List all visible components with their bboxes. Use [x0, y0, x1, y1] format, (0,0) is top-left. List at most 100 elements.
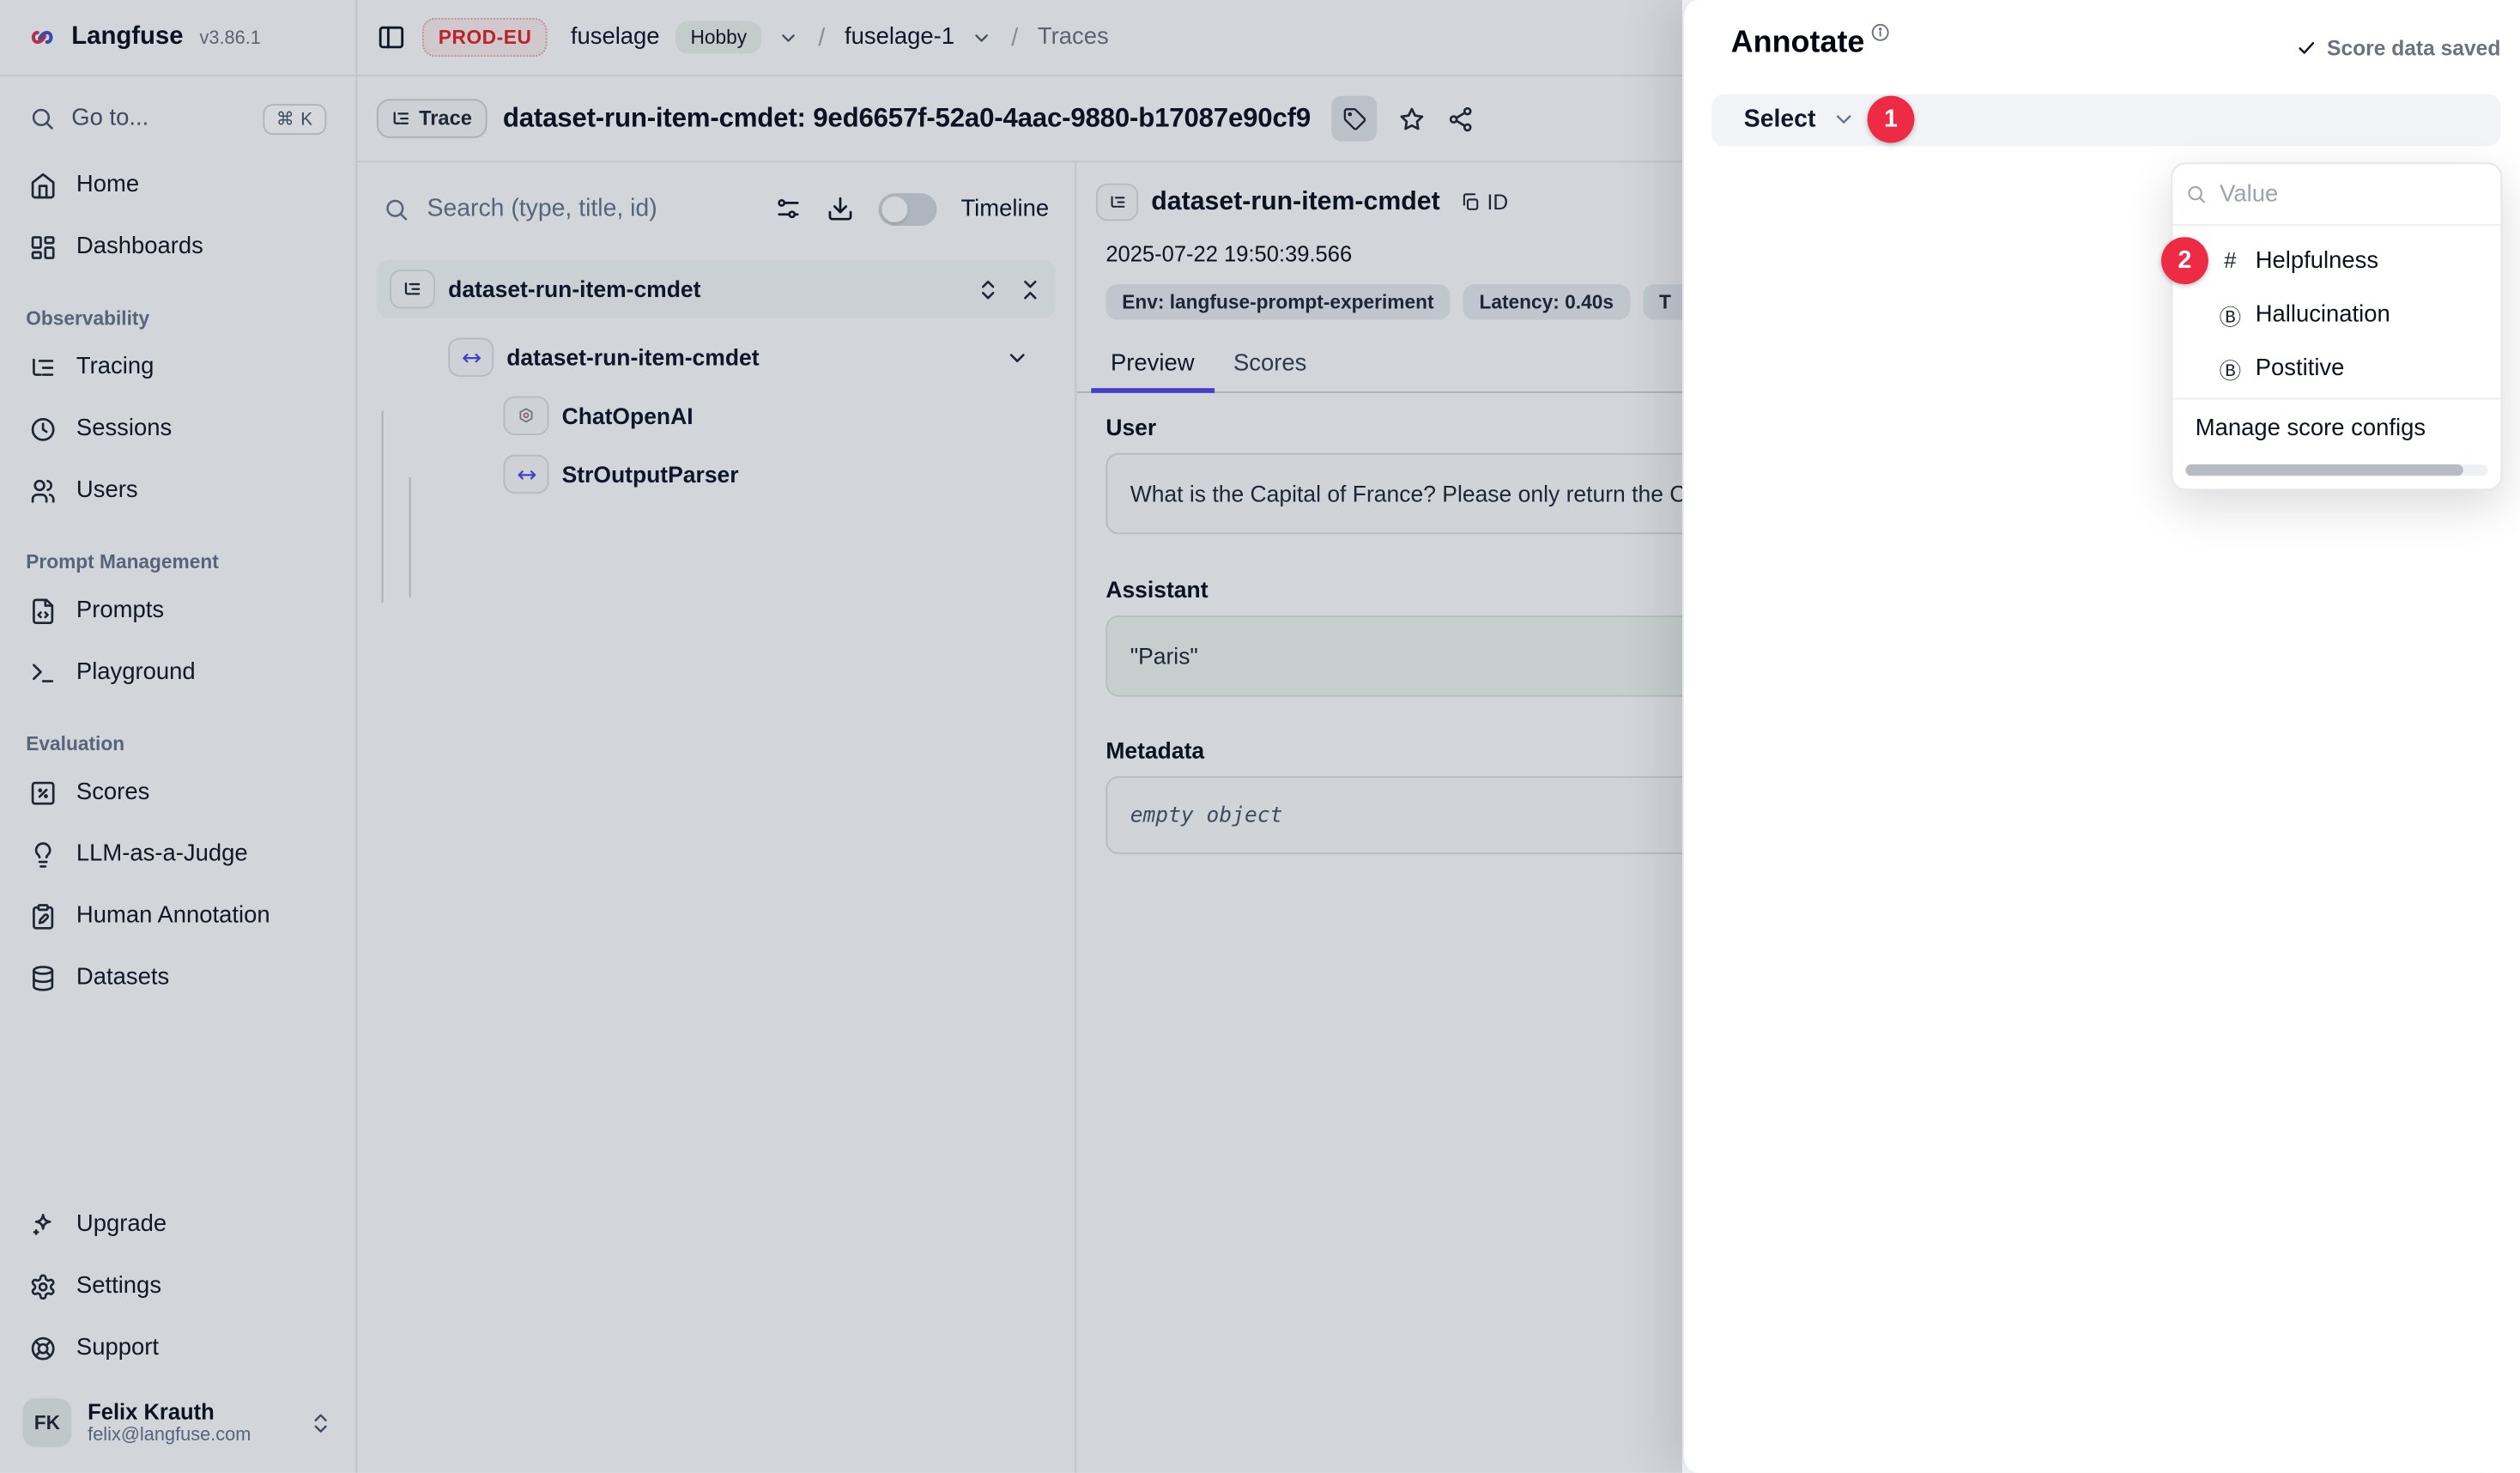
- dropdown-item-postitive[interactable]: Ⓑ Postitive: [2172, 341, 2500, 394]
- command-k-shortcut: ⌘ K: [264, 103, 327, 134]
- chevrons-down-up-icon[interactable]: [1018, 277, 1042, 301]
- sidebar-item-label: LLM-as-a-Judge: [76, 841, 248, 867]
- panel-left-icon[interactable]: [377, 22, 406, 52]
- env-region-badge[interactable]: PROD-EU: [422, 18, 548, 57]
- trace-tree-icon: [390, 270, 435, 308]
- life-buoy-icon: [29, 1334, 57, 1361]
- score-config-dropdown: 2 # Helpfulness Ⓑ Hallucination Ⓑ Postit…: [2171, 162, 2502, 490]
- tree-indent-guide: [409, 477, 411, 597]
- timeline-label: Timeline: [960, 196, 1049, 221]
- sidebar-item-settings[interactable]: Settings: [0, 1256, 355, 1318]
- chevron-down-icon: [1832, 107, 1856, 131]
- clock-icon: [29, 415, 57, 442]
- tree-row-label: ChatOpenAI: [562, 403, 1063, 428]
- trace-actions: [1332, 96, 1475, 142]
- chevron-down-icon[interactable]: [971, 27, 992, 48]
- tag-button[interactable]: [1332, 96, 1378, 142]
- id-label: ID: [1487, 190, 1509, 214]
- star-button[interactable]: [1398, 105, 1426, 132]
- sidebar-item-label: Sessions: [76, 415, 172, 441]
- trace-title: dataset-run-item-cmdet: 9ed6657f-52a0-4a…: [503, 103, 1311, 134]
- breadcrumb-project[interactable]: fuselage-1: [845, 24, 954, 50]
- sidebar-item-scores[interactable]: Scores: [0, 761, 355, 823]
- filter-sliders-icon[interactable]: [774, 195, 802, 222]
- dropdown-item-helpfulness[interactable]: 2 # Helpfulness: [2172, 233, 2500, 287]
- sidebar-item-sessions[interactable]: Sessions: [0, 397, 355, 459]
- sidebar-item-datasets[interactable]: Datasets: [0, 947, 355, 1009]
- sidebar-item-label: Upgrade: [76, 1212, 167, 1238]
- download-icon[interactable]: [826, 195, 853, 222]
- sparkle-icon: [29, 1211, 57, 1239]
- section-label-prompt-management: Prompt Management: [26, 550, 355, 573]
- user-email: felix@langfuse.com: [88, 1426, 292, 1446]
- sidebar-item-dashboards[interactable]: Dashboards: [0, 216, 355, 278]
- breadcrumb-org[interactable]: fuselage: [571, 24, 660, 50]
- dropdown-scrollbar-thumb[interactable]: [2185, 464, 2463, 476]
- tree-row-trace-root[interactable]: dataset-run-item-cmdet: [377, 260, 1056, 318]
- sidebar-item-support[interactable]: Support: [0, 1318, 355, 1379]
- info-icon[interactable]: [1871, 22, 1891, 42]
- chevrons-up-down-icon: [308, 1410, 332, 1434]
- brand-name: Langfuse: [71, 22, 183, 52]
- detail-title: dataset-run-item-cmdet: [1151, 188, 1439, 217]
- file-code-icon: [29, 597, 57, 624]
- langfuse-logo-icon: [26, 21, 58, 54]
- trace-badge-label: Trace: [419, 107, 472, 130]
- tree-row-generation[interactable]: ChatOpenAI: [370, 386, 1062, 445]
- check-icon: [2296, 38, 2317, 59]
- section-label-observability: Observability: [26, 307, 355, 330]
- tracing-icon: [29, 353, 57, 380]
- chevrons-up-down-icon[interactable]: [976, 277, 1000, 301]
- sidebar-item-tracing[interactable]: Tracing: [0, 336, 355, 398]
- sidebar-item-label: Datasets: [76, 965, 169, 991]
- timeline-toggle[interactable]: [878, 192, 936, 225]
- tree-row-span[interactable]: dataset-run-item-cmdet: [370, 328, 1062, 386]
- brand-version: v3.86.1: [200, 29, 261, 49]
- dropdown-search-input[interactable]: [2216, 179, 2484, 209]
- search-icon: [29, 106, 55, 131]
- tab-scores[interactable]: Scores: [1214, 339, 1326, 391]
- manage-score-configs-button[interactable]: Manage score configs: [2172, 397, 2500, 458]
- numeric-type-icon: #: [2218, 248, 2242, 272]
- app: Langfuse v3.86.1 Go to... ⌘ K Home: [0, 0, 2520, 1473]
- sidebar-item-playground[interactable]: Playground: [0, 641, 355, 703]
- sidebar-item-human-annotation[interactable]: Human Annotation: [0, 885, 355, 947]
- dropdown-item-hallucination[interactable]: Ⓑ Hallucination: [2172, 288, 2500, 341]
- tree-tools: Timeline: [774, 192, 1049, 225]
- plan-badge[interactable]: Hobby: [675, 21, 761, 54]
- trace-tree-icon: [391, 109, 411, 129]
- sidebar-item-upgrade[interactable]: Upgrade: [0, 1194, 355, 1256]
- tree-row-parser[interactable]: StrOutputParser: [370, 445, 1062, 503]
- sidebar-item-home[interactable]: Home: [0, 155, 355, 216]
- dropdown-item-label: Postitive: [2256, 355, 2345, 380]
- sidebar-item-label: Tracing: [76, 354, 154, 379]
- user-name: Felix Krauth: [88, 1400, 292, 1424]
- tree-row-actions: [976, 277, 1043, 301]
- chevron-down-icon[interactable]: [778, 27, 799, 48]
- copy-id-button[interactable]: ID: [1459, 190, 1508, 214]
- tree-row-label: dataset-run-item-cmdet: [448, 276, 963, 302]
- span-icon: [503, 455, 548, 494]
- trace-title-row: Trace dataset-run-item-cmdet: 9ed6657f-5…: [357, 76, 1682, 162]
- sidebar-item-users[interactable]: Users: [0, 459, 355, 521]
- user-menu[interactable]: FK Felix Krauth felix@langfuse.com: [0, 1379, 355, 1473]
- select-label: Select: [1744, 106, 1816, 134]
- score-select-trigger[interactable]: Select 1: [1711, 94, 2500, 146]
- tree-search-row: Timeline: [357, 162, 1075, 255]
- dropdown-item-label: Helpfulness: [2256, 247, 2378, 273]
- goto-search-button[interactable]: Go to... ⌘ K: [16, 93, 339, 145]
- annotate-drawer: Annotate Score data saved Select: [1682, 0, 2520, 1473]
- sidebar-item-label: Users: [76, 477, 138, 503]
- sidebar-item-label: Human Annotation: [76, 903, 270, 929]
- sidebar-item-prompts[interactable]: Prompts: [0, 579, 355, 641]
- sidebar-item-llm-as-a-judge[interactable]: LLM-as-a-Judge: [0, 823, 355, 885]
- tab-preview[interactable]: Preview: [1091, 339, 1214, 391]
- share-button[interactable]: [1447, 105, 1475, 132]
- breadcrumb-page[interactable]: Traces: [1038, 24, 1109, 50]
- env-badge: Env: langfuse-prompt-experiment: [1106, 284, 1450, 320]
- sidebar: Langfuse v3.86.1 Go to... ⌘ K Home: [0, 0, 357, 1473]
- toggle-knob: [881, 196, 907, 221]
- dropdown-list: 2 # Helpfulness Ⓑ Hallucination Ⓑ Postit…: [2172, 226, 2500, 398]
- tree-search-input[interactable]: [424, 193, 760, 224]
- chevron-down-icon[interactable]: [1005, 345, 1029, 369]
